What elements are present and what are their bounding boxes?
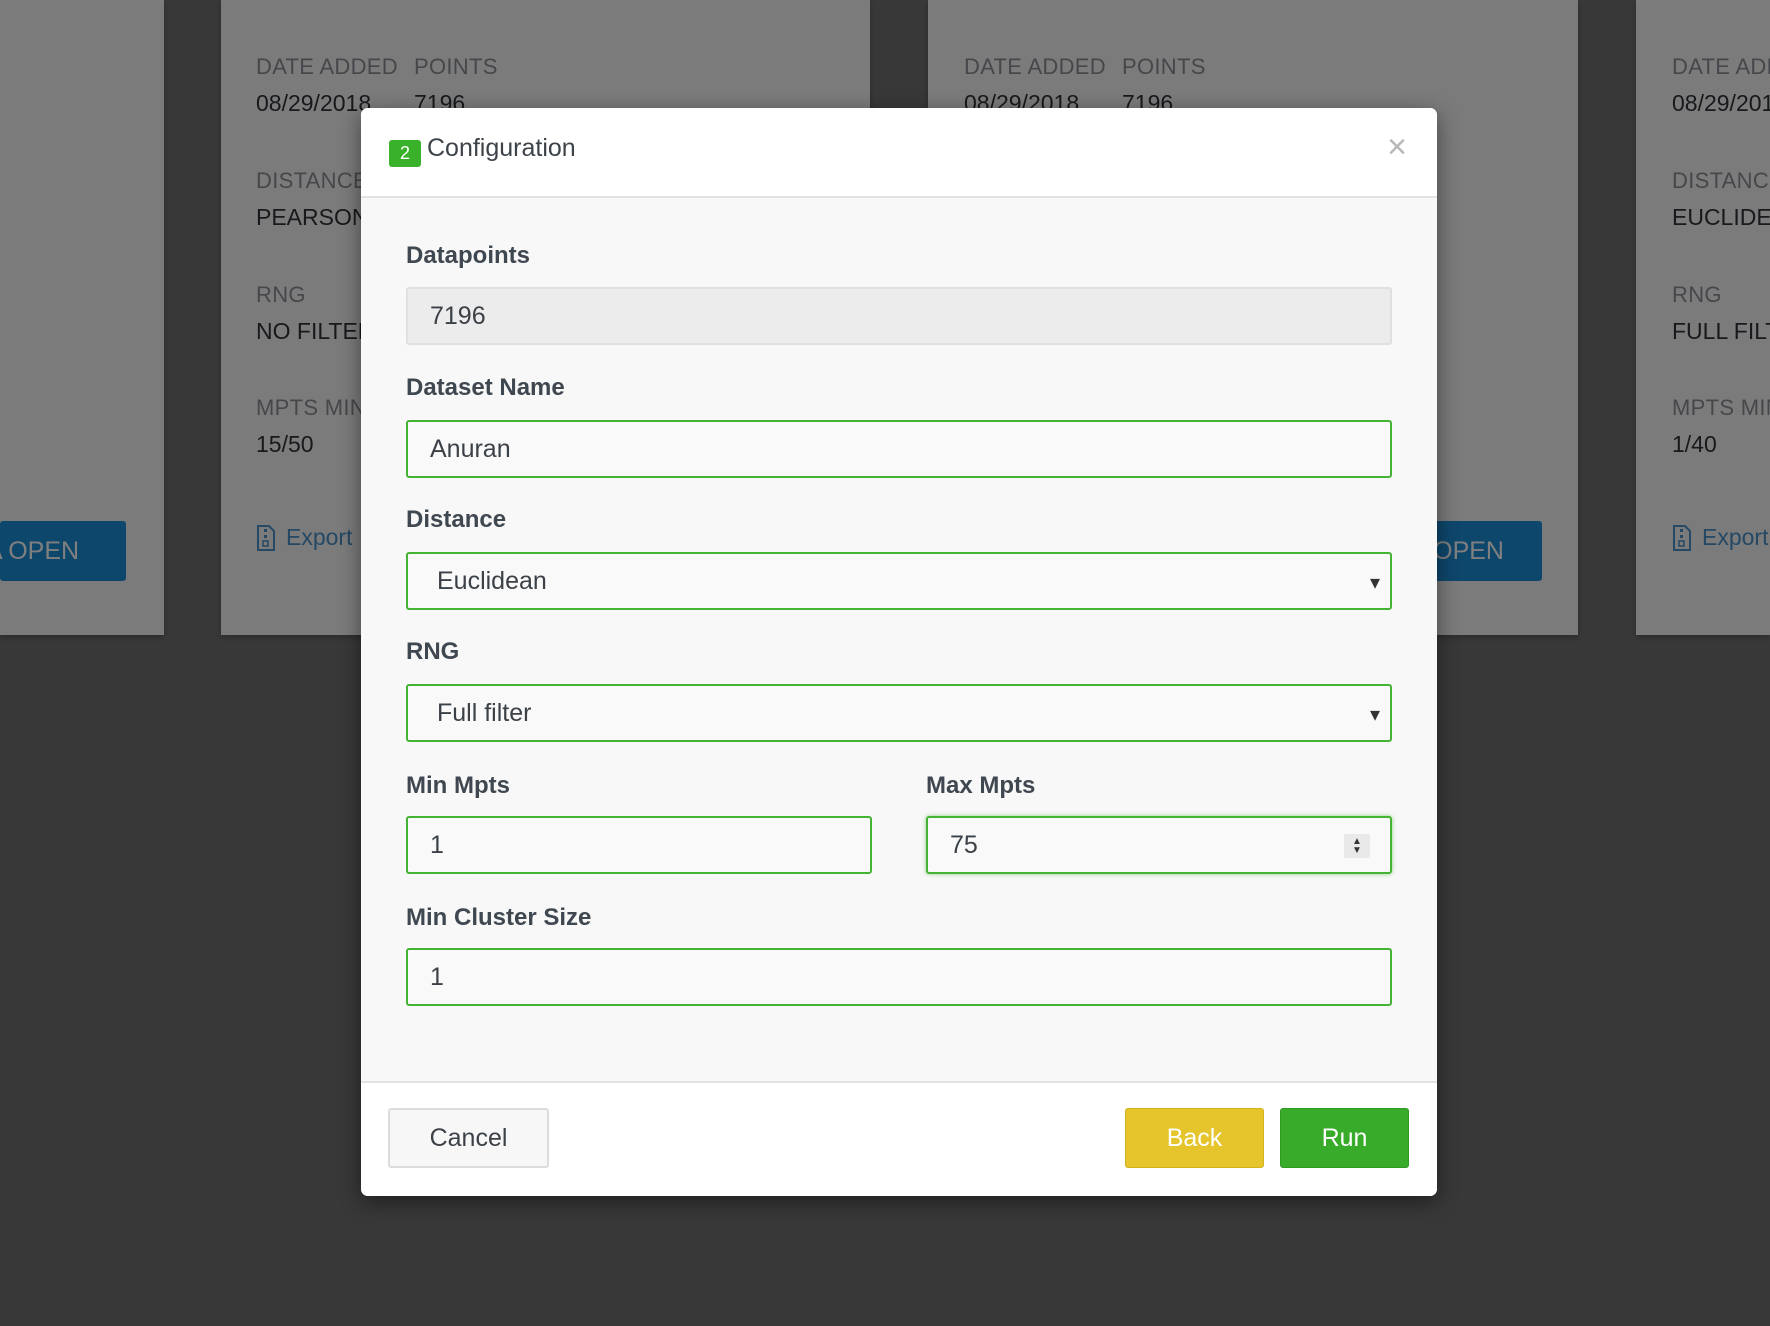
run-button[interactable]: Run (1280, 1108, 1409, 1168)
dataset-name-input[interactable]: Anuran (406, 420, 1392, 478)
datapoints-value: 7196 (430, 301, 486, 330)
step-badge: 2 (389, 140, 421, 167)
min-mpts-label: Min Mpts (406, 772, 510, 799)
modal-title: Configuration (427, 134, 576, 162)
chevron-down-icon: ▾ (1369, 572, 1380, 594)
distance-label: Distance (406, 506, 507, 533)
max-mpts-input[interactable]: 75 ▲ ▼ (926, 816, 1392, 874)
min-cluster-size-value: 1 (430, 962, 444, 991)
datapoints-field: 7196 (406, 287, 1392, 345)
max-mpts-value: 75 (950, 830, 978, 859)
rng-select[interactable]: Full filter ▾ (406, 684, 1392, 742)
min-cluster-size-label: Min Cluster Size (406, 904, 592, 931)
rng-label: RNG (406, 638, 460, 665)
distance-select[interactable]: Euclidean ▾ (406, 552, 1392, 610)
datapoints-label: Datapoints (406, 242, 531, 269)
modal-footer: Cancel Back Run (361, 1081, 1437, 1196)
configuration-modal: 2 Configuration × Datapoints 7196 Datase… (361, 108, 1437, 1196)
rng-value: Full filter (437, 698, 532, 727)
cancel-button[interactable]: Cancel (388, 1108, 549, 1168)
min-cluster-size-input[interactable]: 1 (406, 948, 1392, 1006)
dataset-name-value: Anuran (430, 434, 511, 463)
back-button[interactable]: Back (1125, 1108, 1264, 1168)
number-spinner[interactable]: ▲ ▼ (1344, 834, 1370, 858)
min-mpts-value: 1 (430, 830, 444, 859)
modal-header: 2 Configuration × (361, 108, 1437, 198)
close-icon[interactable]: × (1387, 130, 1407, 164)
dataset-name-label: Dataset Name (406, 374, 565, 401)
spin-down-icon[interactable]: ▼ (1352, 846, 1362, 856)
chevron-down-icon: ▾ (1369, 704, 1380, 726)
max-mpts-label: Max Mpts (926, 772, 1036, 799)
min-mpts-input[interactable]: 1 (406, 816, 872, 874)
distance-value: Euclidean (437, 566, 547, 595)
